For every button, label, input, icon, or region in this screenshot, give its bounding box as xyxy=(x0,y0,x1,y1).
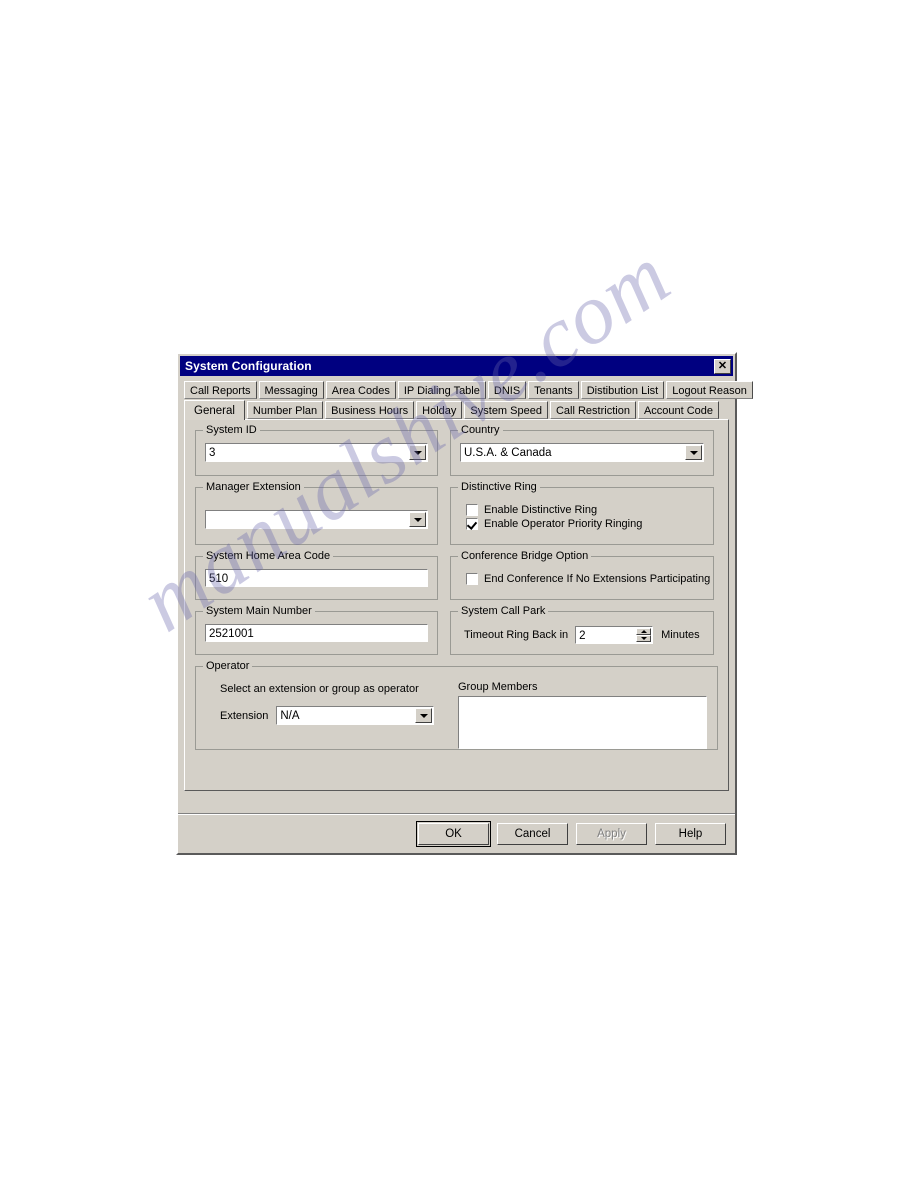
system-home-area-code-input[interactable]: 510 xyxy=(205,569,428,587)
operator-left-section: Select an extension or group as operator… xyxy=(206,681,444,737)
help-button[interactable]: Help xyxy=(655,822,726,845)
group-label-country: Country xyxy=(458,424,503,436)
tab-call-reports[interactable]: Call Reports xyxy=(184,381,257,399)
group-conference-bridge-option: Conference Bridge Option End Conference … xyxy=(450,550,714,600)
group-label-system-call-park: System Call Park xyxy=(458,605,549,617)
system-main-number-input[interactable]: 2521001 xyxy=(205,624,428,642)
manager-extension-value xyxy=(206,511,409,528)
tab-business-hours[interactable]: Business Hours xyxy=(325,401,415,419)
operator-hint-text: Select an extension or group as operator xyxy=(220,683,419,695)
ok-button[interactable]: OK xyxy=(416,820,491,847)
manager-extension-combo[interactable] xyxy=(205,510,428,529)
chevron-down-icon[interactable] xyxy=(409,512,426,527)
tab-system-speed[interactable]: System Speed xyxy=(464,401,548,419)
stepper-up-icon[interactable] xyxy=(636,628,652,635)
group-label-system-main-number: System Main Number xyxy=(203,605,315,617)
operator-right-section: Group Members xyxy=(444,681,707,749)
form-columns: System ID 3 Manager Extension System Hom… xyxy=(195,424,718,666)
tab-strip: Call Reports Messaging Area Codes IP Dia… xyxy=(178,376,753,420)
system-id-combo[interactable]: 3 xyxy=(205,443,428,462)
group-system-main-number: System Main Number 2521001 xyxy=(195,605,438,655)
tab-row-top: Call Reports Messaging Area Codes IP Dia… xyxy=(184,381,753,399)
group-label-system-home-area-code: System Home Area Code xyxy=(203,550,334,562)
timeout-ring-back-stepper[interactable]: 2 xyxy=(575,626,654,644)
operator-extension-label: Extension xyxy=(220,709,269,722)
group-manager-extension: Manager Extension xyxy=(195,481,438,545)
group-members-list[interactable] xyxy=(458,696,707,749)
checkbox-label: Enable Distinctive Ring xyxy=(484,504,598,516)
tab-holday[interactable]: Holday xyxy=(416,401,463,419)
group-label-operator: Operator xyxy=(203,660,253,672)
tab-account-code[interactable]: Account Code xyxy=(637,401,720,419)
checkbox-icon[interactable] xyxy=(466,504,478,516)
chevron-down-icon[interactable] xyxy=(415,708,433,723)
tab-area-codes[interactable]: Area Codes xyxy=(325,381,396,399)
tab-tenants[interactable]: Tenants xyxy=(528,381,579,399)
group-operator: Operator Select an extension or group as… xyxy=(195,660,718,750)
group-distinctive-ring: Distinctive Ring Enable Distinctive Ring… xyxy=(450,481,714,545)
group-system-home-area-code: System Home Area Code 510 xyxy=(195,550,438,600)
timeout-ring-back-row: Timeout Ring Back in 2 Minutes xyxy=(464,626,704,644)
checkbox-label: End Conference If No Extensions Particip… xyxy=(484,573,711,585)
system-id-value: 3 xyxy=(209,447,216,459)
tab-distibution-list[interactable]: Distibution List xyxy=(580,381,665,399)
group-system-call-park: System Call Park Timeout Ring Back in 2 … xyxy=(450,605,714,655)
stepper-down-icon[interactable] xyxy=(636,635,652,642)
window-title: System Configuration xyxy=(185,359,312,373)
apply-button[interactable]: Apply xyxy=(576,822,647,845)
form-column-right: Country U.S.A. & Canada Distinctive Ring… xyxy=(450,424,714,666)
country-value: U.S.A. & Canada xyxy=(464,447,552,459)
operator-extension-row: Extension N/A xyxy=(220,706,444,725)
group-country: Country U.S.A. & Canada xyxy=(450,424,714,476)
window-titlebar: System Configuration ✕ xyxy=(180,356,733,376)
checkbox-enable-operator-priority-ringing[interactable]: Enable Operator Priority Ringing xyxy=(466,518,704,530)
chevron-down-icon[interactable] xyxy=(409,445,426,460)
tab-dnis[interactable]: DNIS xyxy=(487,381,527,399)
general-tab-panel: System ID 3 Manager Extension System Hom… xyxy=(184,419,729,791)
tab-general[interactable]: General xyxy=(184,400,245,420)
group-members-label: Group Members xyxy=(458,681,538,693)
stepper-buttons xyxy=(636,628,652,642)
country-combo[interactable]: U.S.A. & Canada xyxy=(460,443,704,462)
tab-call-restriction[interactable]: Call Restriction xyxy=(549,401,636,419)
form-column-left: System ID 3 Manager Extension System Hom… xyxy=(195,424,438,666)
operator-extension-value: N/A xyxy=(280,710,300,722)
tab-ip-dialing-table[interactable]: IP Dialing Table xyxy=(397,381,486,399)
cancel-button[interactable]: Cancel xyxy=(497,822,568,845)
system-configuration-window: System Configuration ✕ Call Reports Mess… xyxy=(176,352,753,855)
checkbox-end-conference-if-no-extensions[interactable]: End Conference If No Extensions Particip… xyxy=(466,573,710,585)
group-system-id: System ID 3 xyxy=(195,424,438,476)
checkbox-label: Enable Operator Priority Ringing xyxy=(484,518,643,530)
checkbox-checked-icon[interactable] xyxy=(466,518,478,530)
group-label-system-id: System ID xyxy=(203,424,260,436)
checkbox-enable-distinctive-ring[interactable]: Enable Distinctive Ring xyxy=(466,504,704,516)
tab-logout-reason[interactable]: Logout Reason xyxy=(666,381,753,399)
group-label-manager-extension: Manager Extension xyxy=(203,481,304,493)
timeout-ring-back-value: 2 xyxy=(579,630,586,642)
tab-row-bottom: General Number Plan Business Hours Holda… xyxy=(184,400,729,420)
dialog-footer: OK Cancel Apply Help xyxy=(178,813,735,853)
chevron-down-icon[interactable] xyxy=(685,445,702,460)
timeout-ring-back-label: Timeout Ring Back in xyxy=(464,629,569,641)
checkbox-icon[interactable] xyxy=(466,573,478,585)
tab-number-plan[interactable]: Number Plan xyxy=(246,401,324,419)
operator-extension-combo[interactable]: N/A xyxy=(276,706,435,725)
group-label-conference-bridge-option: Conference Bridge Option xyxy=(458,550,592,562)
close-icon[interactable]: ✕ xyxy=(714,358,731,374)
timeout-units-label: Minutes xyxy=(661,629,700,641)
tab-messaging[interactable]: Messaging xyxy=(258,381,324,399)
group-label-distinctive-ring: Distinctive Ring xyxy=(458,481,540,493)
